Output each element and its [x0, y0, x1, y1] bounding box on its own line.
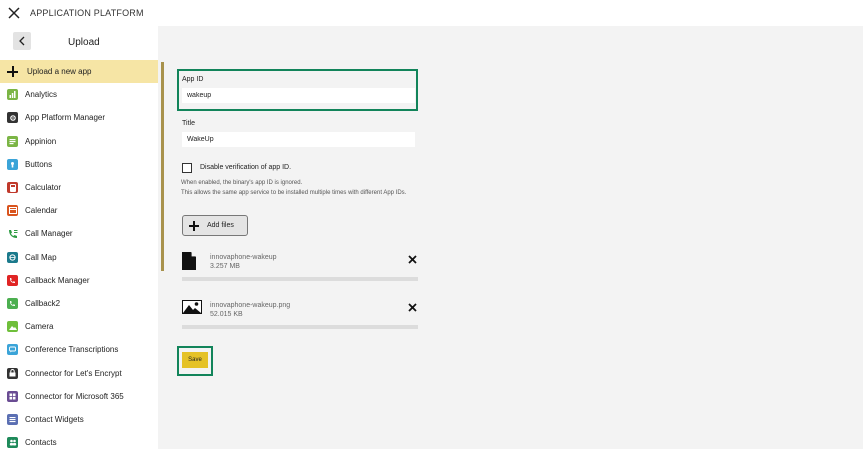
file-item: innovaphone-wakeup 3.257 MB [182, 252, 418, 288]
panel-divider[interactable] [161, 62, 164, 271]
add-files-button[interactable]: Add files [182, 215, 248, 236]
sidebar: Upload Upload a new app Analytics App Pl… [0, 26, 158, 449]
app-list: Upload a new app Analytics App Platform … [0, 60, 158, 449]
sidebar-item-label: Call Manager [25, 229, 73, 239]
verification-help-text: When enabled, the binary's app ID is ign… [181, 180, 303, 186]
file-name: innovaphone-wakeup.png [210, 302, 291, 309]
sidebar-item-label: Buttons [25, 159, 53, 169]
callback-manager-icon [7, 274, 18, 286]
chevron-left-icon [19, 36, 25, 46]
sidebar-item-appinion[interactable]: Appinion [0, 130, 158, 153]
title-bar: APPLICATION PLATFORM [0, 0, 863, 26]
buttons-icon [7, 158, 18, 170]
add-files-label: Add files [207, 222, 234, 229]
disable-verification-checkbox[interactable] [182, 163, 192, 173]
image-icon [182, 300, 202, 314]
app-id-label: App ID [182, 76, 204, 83]
sidebar-item-callback-manager[interactable]: Callback Manager [0, 269, 158, 292]
back-button[interactable] [13, 32, 31, 50]
sidebar-item-label: Conference Transcriptions [25, 345, 119, 355]
sidebar-item-conference-transcriptions[interactable]: Conference Transcriptions [0, 338, 158, 361]
sidebar-item-calendar[interactable]: Calendar [0, 199, 158, 222]
file-item: innovaphone-wakeup.png 52.015 KB [182, 300, 418, 336]
sidebar-item-microsoft-365[interactable]: Connector for Microsoft 365 [0, 385, 158, 408]
file-size: 52.015 KB [210, 311, 243, 318]
microsoft-365-icon [7, 390, 18, 402]
sidebar-item-lets-encrypt[interactable]: Connector for Let's Encrypt [0, 361, 158, 384]
sidebar-item-callback2[interactable]: Callback2 [0, 292, 158, 315]
sidebar-item-contact-widgets[interactable]: Contact Widgets [0, 408, 158, 431]
sidebar-item-label: Analytics [25, 90, 58, 100]
disable-verification-label: Disable verification of app ID. [200, 164, 292, 171]
close-icon[interactable] [6, 5, 22, 21]
sidebar-title: Upload [68, 37, 100, 48]
sidebar-item-label: Callback Manager [25, 275, 90, 285]
plus-icon [7, 66, 18, 78]
appinion-icon [7, 135, 18, 147]
sidebar-item-label: Contact Widgets [25, 414, 84, 424]
calculator-icon [7, 182, 18, 194]
sidebar-item-label: Contacts [25, 438, 57, 448]
verification-help-text: This allows the same app service to be i… [181, 190, 407, 196]
app-platform-manager-icon [7, 112, 18, 124]
sidebar-item-label: Calculator [25, 183, 62, 193]
sidebar-item-call-manager[interactable]: Call Manager [0, 222, 158, 245]
sidebar-item-label: App Platform Manager [25, 113, 106, 123]
file-size: 3.257 MB [210, 263, 240, 270]
sidebar-item-label: Connector for Let's Encrypt [25, 368, 122, 378]
contact-widgets-icon [7, 413, 18, 425]
sidebar-item-calculator[interactable]: Calculator [0, 176, 158, 199]
sidebar-item-app-platform-manager[interactable]: App Platform Manager [0, 106, 158, 129]
file-name: innovaphone-wakeup [210, 254, 277, 261]
sidebar-item-label: Callback2 [25, 298, 61, 308]
save-button[interactable]: Save [182, 352, 208, 368]
sidebar-item-label: Camera [25, 322, 54, 332]
sidebar-item-label: Connector for Microsoft 365 [25, 391, 124, 401]
sidebar-item-label: Upload a new app [27, 67, 92, 77]
upload-progress-bar [182, 277, 418, 281]
sidebar-item-label: Call Map [25, 252, 57, 262]
remove-file-icon[interactable] [408, 255, 417, 264]
conference-transcriptions-icon [7, 344, 18, 356]
sidebar-item-buttons[interactable]: Buttons [0, 153, 158, 176]
app-id-input[interactable] [182, 88, 415, 103]
title-input[interactable] [182, 132, 415, 147]
upload-form-panel: App ID Title Disable verification of app… [158, 26, 863, 449]
call-manager-icon [7, 228, 18, 240]
sidebar-item-call-map[interactable]: Call Map [0, 246, 158, 269]
sidebar-item-analytics[interactable]: Analytics [0, 83, 158, 106]
camera-icon [7, 321, 18, 333]
sidebar-item-label: Calendar [25, 206, 58, 216]
callback2-icon [7, 297, 18, 309]
remove-file-icon[interactable] [408, 303, 417, 312]
calendar-icon [7, 205, 18, 217]
sidebar-item-contacts[interactable]: Contacts [0, 431, 158, 449]
lets-encrypt-icon [7, 367, 18, 379]
sidebar-item-upload-new-app[interactable]: Upload a new app [0, 60, 158, 84]
call-map-icon [7, 251, 18, 263]
app-title: APPLICATION PLATFORM [30, 8, 144, 18]
plus-icon [189, 220, 199, 231]
title-label: Title [182, 120, 195, 127]
file-icon [182, 252, 196, 270]
sidebar-item-label: Appinion [25, 136, 57, 146]
upload-progress-bar [182, 325, 418, 329]
analytics-icon [7, 89, 18, 101]
sidebar-item-camera[interactable]: Camera [0, 315, 158, 338]
contacts-icon [7, 437, 18, 449]
